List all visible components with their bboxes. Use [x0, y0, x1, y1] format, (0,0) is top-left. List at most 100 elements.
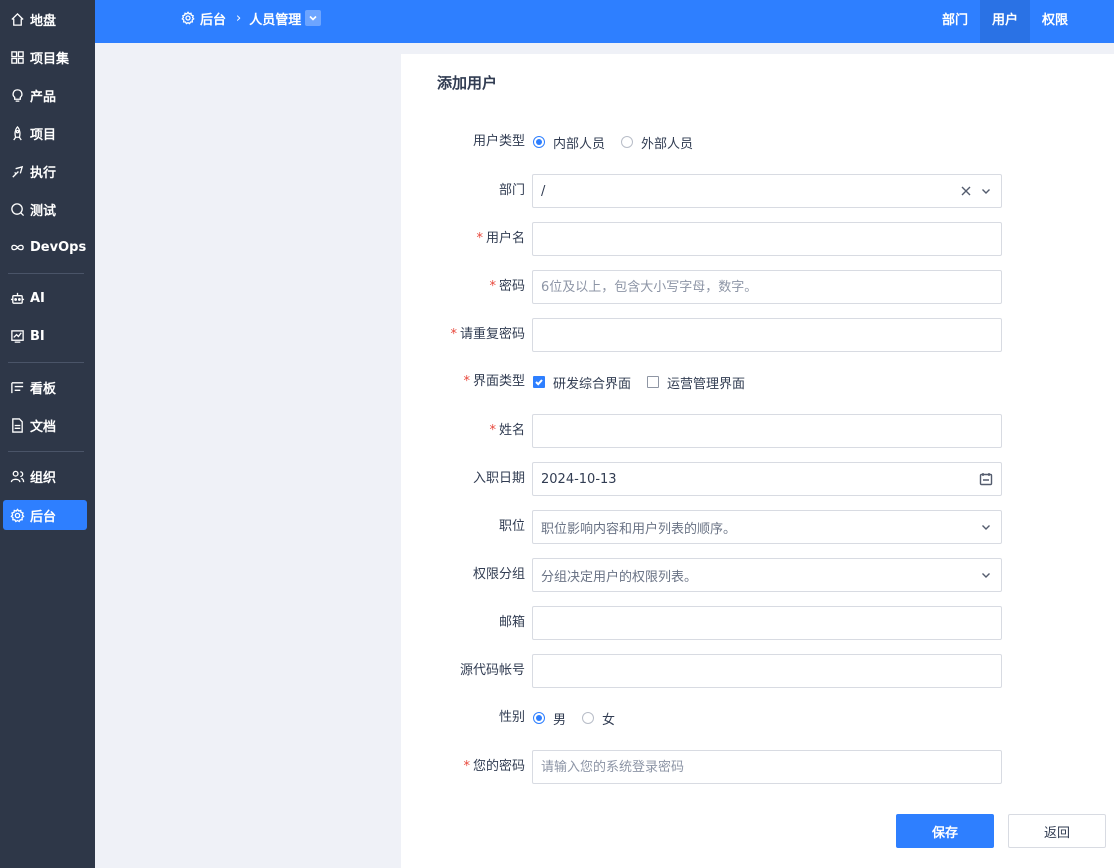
sidebar-item-project[interactable]: 项目 [3, 118, 87, 148]
sidebar: 地盘 项目集 产品 项目 执行 测试 DevOps AI BI 看板 文档 组织… [0, 0, 95, 868]
email-label: 邮箱 [498, 615, 525, 630]
page-title: 添加用户 [437, 74, 498, 92]
document-icon [10, 417, 25, 433]
infinity-icon [10, 240, 25, 255]
row-vision: * 界面类型 研发综合界面 运营管理界面 [401, 365, 1114, 399]
sidebar-item-bi[interactable]: BI [3, 321, 87, 351]
dept-select[interactable]: / [532, 174, 1002, 208]
row-commiter: 源代码帐号 [401, 654, 1114, 688]
sidebar-divider [8, 451, 84, 452]
sidebar-item-label: DevOps [30, 239, 87, 255]
join-date-label: 入职日期 [472, 471, 525, 486]
calendar-icon[interactable] [979, 472, 993, 486]
breadcrumb-root[interactable]: 后台 [200, 9, 226, 28]
user-type-inside-radio[interactable]: 内部人员 [533, 133, 605, 152]
clear-icon[interactable] [959, 184, 973, 198]
dept-label: 部门 [498, 183, 525, 198]
user-type-outside-radio[interactable]: 外部人员 [621, 133, 693, 152]
row-account: * 用户名 [401, 222, 1114, 256]
chevron-right-icon: › [236, 10, 242, 26]
realname-label: * 姓名 [489, 423, 525, 438]
password-label: * 密码 [489, 279, 525, 294]
realname-input[interactable] [532, 414, 1002, 448]
breadcrumb-current[interactable]: 人员管理 [249, 9, 301, 28]
vision-rnd-checkbox[interactable]: 研发综合界面 [533, 373, 631, 392]
kanban-icon [10, 380, 25, 395]
sidebar-item-admin[interactable]: 后台 [3, 500, 87, 530]
back-button[interactable]: 返回 [1008, 814, 1106, 848]
sidebar-item-product[interactable]: 产品 [3, 80, 87, 110]
role-label: 职位 [498, 519, 525, 534]
home-icon [10, 12, 25, 27]
sidebar-item-label: 后台 [30, 509, 57, 525]
sidebar-item-devops[interactable]: DevOps [3, 232, 87, 262]
people-icon [10, 469, 25, 484]
password-repeat-input[interactable] [532, 318, 1002, 352]
chart-icon [10, 329, 25, 344]
user-type-radio-group: 内部人员 外部人员 [533, 125, 709, 159]
row-user-type: 用户类型 内部人员 外部人员 [401, 125, 1114, 159]
chevron-down-icon [979, 184, 993, 198]
gender-female-radio[interactable]: 女 [582, 709, 615, 728]
sidebar-item-qa[interactable]: 测试 [3, 194, 87, 224]
sidebar-divider [8, 273, 84, 274]
sidebar-item-label: 测试 [30, 203, 57, 219]
bulb-icon [10, 88, 25, 103]
chevron-down-icon [979, 568, 993, 582]
vision-lite-checkbox[interactable]: 运营管理界面 [647, 373, 745, 392]
sidebar-item-ai[interactable]: AI [3, 283, 87, 313]
sidebar-item-label: 文档 [30, 419, 57, 435]
email-input[interactable] [532, 606, 1002, 640]
row-realname: * 姓名 [401, 414, 1114, 448]
save-button[interactable]: 保存 [896, 814, 994, 848]
join-date-picker[interactable]: 2024-10-13 [532, 462, 1002, 496]
vision-label: * 界面类型 [463, 374, 525, 389]
row-email: 邮箱 [401, 606, 1114, 640]
sidebar-item-doc[interactable]: 文档 [3, 410, 87, 440]
password-repeat-label: * 请重复密码 [450, 327, 525, 342]
role-select[interactable]: 职位影响内容和用户列表的顺序。 [532, 510, 1002, 544]
sidebar-item-company[interactable]: 组织 [3, 461, 87, 491]
row-join-date: 入职日期 2024-10-13 [401, 462, 1114, 496]
verify-password-input[interactable] [532, 750, 1002, 784]
gender-male-radio[interactable]: 男 [533, 709, 566, 728]
sidebar-item-dashboard[interactable]: 地盘 [3, 4, 87, 34]
create-user-panel: 添加用户 用户类型 内部人员 外部人员 部门 / *用户名 *密码 *请重复密码… [401, 54, 1114, 868]
group-select[interactable]: 分组决定用户的权限列表。 [532, 558, 1002, 592]
sidebar-item-kanban[interactable]: 看板 [3, 372, 87, 402]
row-role: 职位 职位影响内容和用户列表的顺序。 [401, 510, 1114, 544]
rocket-icon [10, 125, 25, 141]
account-label: * 用户名 [476, 231, 525, 246]
checkmark-icon [533, 376, 545, 388]
chevron-down-icon[interactable] [305, 10, 322, 26]
bug-search-icon [10, 202, 25, 217]
sidebar-item-label: 看板 [30, 381, 57, 397]
sidebar-item-program[interactable]: 项目集 [3, 42, 87, 72]
gear-icon [10, 507, 25, 523]
run-icon [10, 164, 25, 179]
tab-dept[interactable]: 部门 [930, 0, 980, 36]
robot-icon [10, 291, 25, 306]
sidebar-item-execution[interactable]: 执行 [3, 156, 87, 186]
password-input[interactable] [532, 270, 1002, 304]
header-tabs: 部门 用户 权限 [930, 0, 1080, 43]
user-type-label: 用户类型 [472, 134, 525, 149]
account-input[interactable] [532, 222, 1002, 256]
sidebar-item-label: BI [30, 328, 45, 344]
top-header: 后台 › 人员管理 部门 用户 权限 [95, 0, 1114, 43]
sidebar-item-label: 项目集 [30, 51, 70, 67]
commiter-label: 源代码帐号 [459, 663, 525, 678]
vision-checkbox-group: 研发综合界面 运营管理界面 [533, 365, 761, 399]
tab-user[interactable]: 用户 [979, 0, 1030, 43]
breadcrumb: 后台 › 人员管理 [181, 0, 322, 36]
sidebar-item-label: 产品 [30, 89, 57, 105]
sidebar-item-label: 项目 [30, 127, 57, 143]
sidebar-divider [8, 362, 84, 363]
sidebar-item-label: 组织 [30, 470, 57, 486]
row-password-repeat: * 请重复密码 [401, 318, 1114, 352]
sidebar-item-label: 执行 [30, 165, 57, 181]
tab-privilege[interactable]: 权限 [1030, 0, 1080, 36]
sidebar-item-label: AI [30, 290, 45, 306]
commiter-input[interactable] [532, 654, 1002, 688]
gear-icon [181, 11, 195, 25]
